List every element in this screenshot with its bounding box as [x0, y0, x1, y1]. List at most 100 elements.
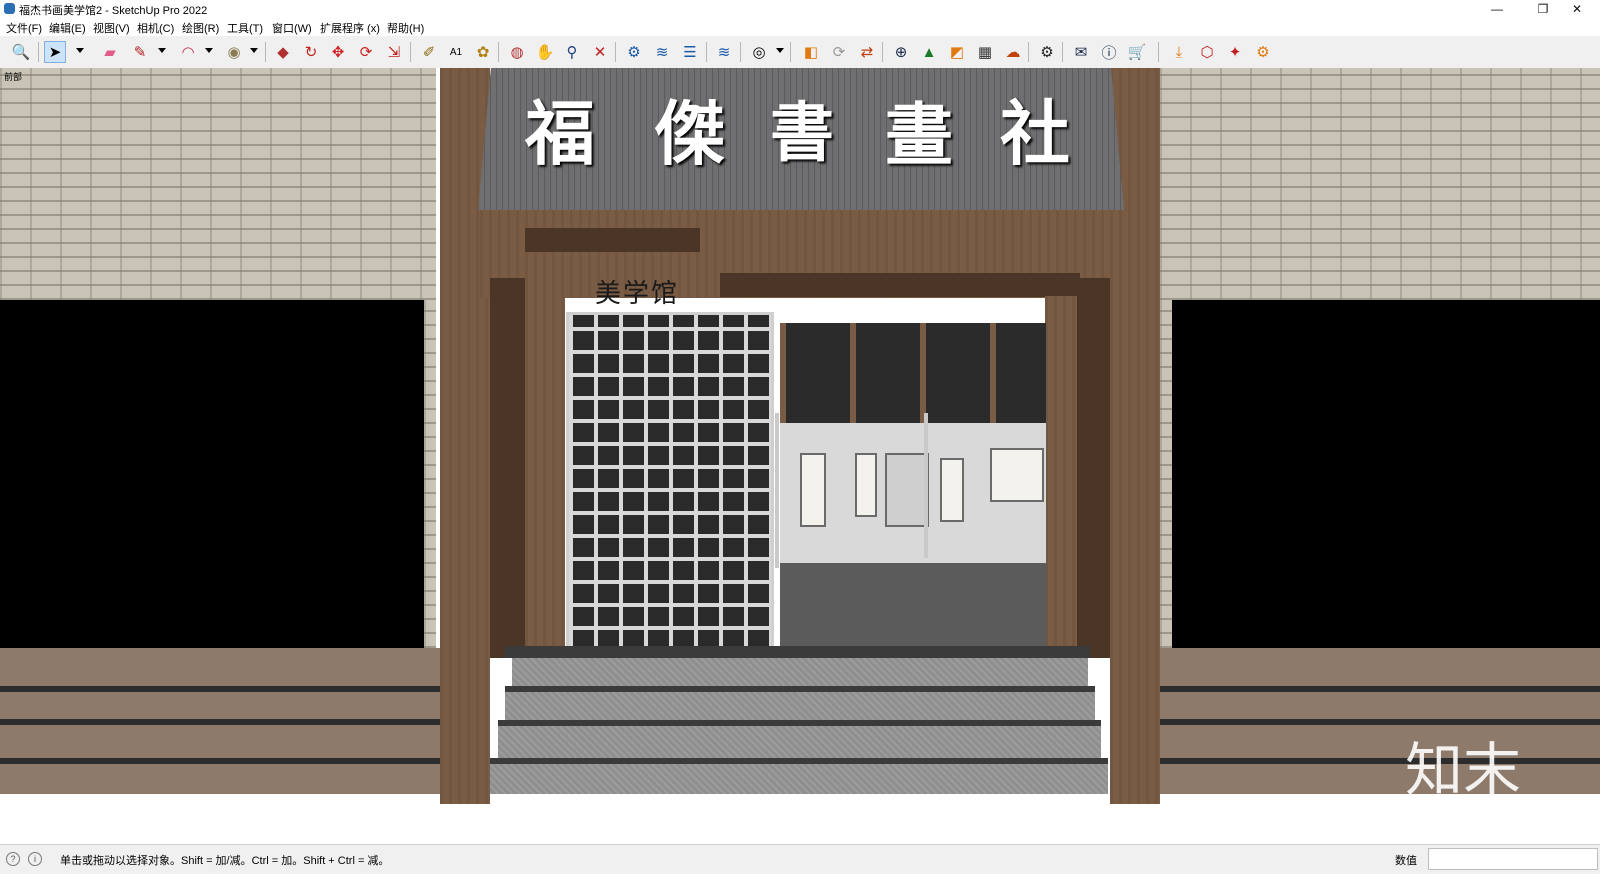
toolbar-separator	[706, 42, 707, 62]
left-brick-pillar	[424, 300, 436, 648]
cart-icon[interactable]: 🛒	[1126, 41, 1148, 63]
main-toolbar: 🔍 ➤ ▰ ✎ ◠ ◉ ◆ ↻ ✥ ⟳ ⇲ ✐ A1 ✿ ◍ ✋ ⚲ ✕ ⚙ ≋…	[0, 36, 1600, 69]
menu-view[interactable]: 视图(V)	[93, 20, 130, 36]
pencil-dropdown-icon[interactable]	[158, 48, 166, 53]
left-brick-wall	[0, 68, 436, 300]
scroll-painting	[855, 453, 877, 517]
orbit-icon[interactable]: ◍	[506, 41, 528, 63]
toolbar-separator	[615, 42, 616, 62]
follow-me-icon[interactable]: ↻	[300, 41, 322, 63]
left-base-line	[0, 719, 440, 725]
door-jamb-left	[525, 296, 565, 658]
status-bar: ? i 单击或拖动以选择对象。Shift = 加/减。Ctrl = 加。Shif…	[0, 844, 1600, 874]
zoom-extents-icon[interactable]: 🔍	[10, 41, 32, 63]
send-layout-icon[interactable]: ⇄	[856, 41, 878, 63]
gallery-ceiling	[780, 323, 1046, 423]
toolbar-separator	[1028, 42, 1029, 62]
eraser-icon[interactable]: ▰	[99, 41, 121, 63]
export-icon[interactable]: ⬡	[1196, 41, 1218, 63]
close-button[interactable]: ✕	[1554, 0, 1600, 18]
watermark-logo: 知末	[1405, 736, 1522, 804]
menu-tools[interactable]: 工具(T)	[227, 20, 263, 36]
right-base-line	[1160, 758, 1600, 764]
refresh-icon[interactable]: ⟳	[828, 41, 850, 63]
menu-extensions[interactable]: 扩展程序 (x)	[320, 20, 380, 36]
3d-viewport[interactable]: 前部 福 傑 書 畫 社 美学馆 知末 ID:	[0, 68, 1600, 844]
user-icon[interactable]: ◎	[748, 41, 770, 63]
minimize-button[interactable]: —	[1474, 0, 1520, 18]
paint-dropdown-icon[interactable]	[250, 48, 258, 53]
paint-icon[interactable]: ✿	[472, 41, 494, 63]
toolbar-separator	[790, 42, 791, 62]
select-dropdown-icon[interactable]	[76, 48, 84, 53]
title-bar: 福杰书画美学馆2 - SketchUp Pro 2022 — ❐ ✕	[0, 0, 1600, 18]
push-pull-icon[interactable]: ◆	[272, 41, 294, 63]
lintel-recess	[720, 273, 1080, 297]
outliner-icon[interactable]: ≋	[713, 41, 735, 63]
menu-camera[interactable]: 相机(C)	[137, 20, 174, 36]
menu-window[interactable]: 窗口(W)	[272, 20, 312, 36]
step	[498, 726, 1101, 758]
zoom-icon[interactable]: ⚲	[561, 41, 583, 63]
inner-frame-left	[490, 278, 525, 658]
step	[505, 692, 1095, 720]
rotate-icon[interactable]: ⟳	[355, 41, 377, 63]
tree-icon[interactable]: ▲	[918, 41, 940, 63]
toolbar-separator	[410, 42, 411, 62]
toolbar-separator	[882, 42, 883, 62]
sign-char: 傑	[655, 92, 725, 175]
add-icon[interactable]: ⊕	[890, 41, 912, 63]
move-icon[interactable]: ✥	[327, 41, 349, 63]
plugin-icon[interactable]: ✦	[1224, 41, 1246, 63]
component-icon[interactable]: ⚙	[623, 41, 645, 63]
mail-icon[interactable]: ✉	[1070, 41, 1092, 63]
layers-icon[interactable]: ≋	[651, 41, 673, 63]
menu-help[interactable]: 帮助(H)	[387, 20, 424, 36]
menu-draw[interactable]: 绘图(R)	[182, 20, 219, 36]
tape-measure-icon[interactable]: ✐	[418, 41, 440, 63]
menu-edit[interactable]: 编辑(E)	[49, 20, 86, 36]
toolbar-separator	[1158, 42, 1159, 62]
right-brick-wall	[1160, 68, 1600, 300]
section-icon[interactable]: ◩	[946, 41, 968, 63]
text-icon[interactable]: A1	[445, 41, 467, 63]
extension-warehouse-icon[interactable]: ◧	[800, 41, 822, 63]
gallery-floor	[780, 563, 1046, 658]
gallery-interior	[780, 323, 1046, 658]
checker-icon[interactable]: ▦	[974, 41, 996, 63]
geo-location-icon[interactable]: ?	[6, 852, 20, 866]
settings-icon[interactable]: ⚙	[1036, 41, 1058, 63]
user-dropdown-icon[interactable]	[776, 48, 784, 53]
door-handle	[924, 413, 928, 558]
styles-icon[interactable]: ☰	[679, 41, 701, 63]
calligraphy-painting	[990, 448, 1044, 502]
select-icon[interactable]: ➤	[44, 41, 66, 63]
info-icon[interactable]: ⓘ	[1098, 41, 1120, 63]
menu-bar: 文件(F) 编辑(E) 视图(V) 相机(C) 绘图(R) 工具(T) 窗口(W…	[0, 18, 1600, 36]
gear-plugin-icon[interactable]: ⚙	[1252, 41, 1274, 63]
measurements-input[interactable]	[1428, 848, 1598, 870]
import-icon[interactable]: ⤓	[1168, 41, 1190, 63]
left-base-line	[0, 758, 440, 764]
zoom-window-icon[interactable]: ✕	[589, 41, 611, 63]
landscape-painting	[885, 453, 929, 527]
paint-bucket-icon[interactable]: ◉	[223, 41, 245, 63]
cloud-upload-icon[interactable]: ☁	[1002, 41, 1024, 63]
scale-icon[interactable]: ⇲	[383, 41, 405, 63]
arc-icon[interactable]: ◠	[177, 41, 199, 63]
door-handle	[775, 413, 779, 568]
walk-icon[interactable]: ✋	[534, 41, 556, 63]
right-base-line	[1160, 686, 1600, 692]
toolbar-separator	[1062, 42, 1063, 62]
lattice-door	[566, 312, 774, 656]
menu-file[interactable]: 文件(F)	[6, 20, 42, 36]
sign-char: 福	[525, 92, 595, 175]
toolbar-separator	[38, 42, 39, 62]
pencil-icon[interactable]: ✎	[129, 41, 151, 63]
step	[490, 764, 1108, 794]
right-brick-pillar	[1160, 300, 1172, 648]
info-status-icon[interactable]: i	[28, 852, 42, 866]
measurements-label: 数值	[1395, 855, 1417, 867]
arc-dropdown-icon[interactable]	[205, 48, 213, 53]
scene-tab[interactable]: 前部	[4, 70, 22, 83]
